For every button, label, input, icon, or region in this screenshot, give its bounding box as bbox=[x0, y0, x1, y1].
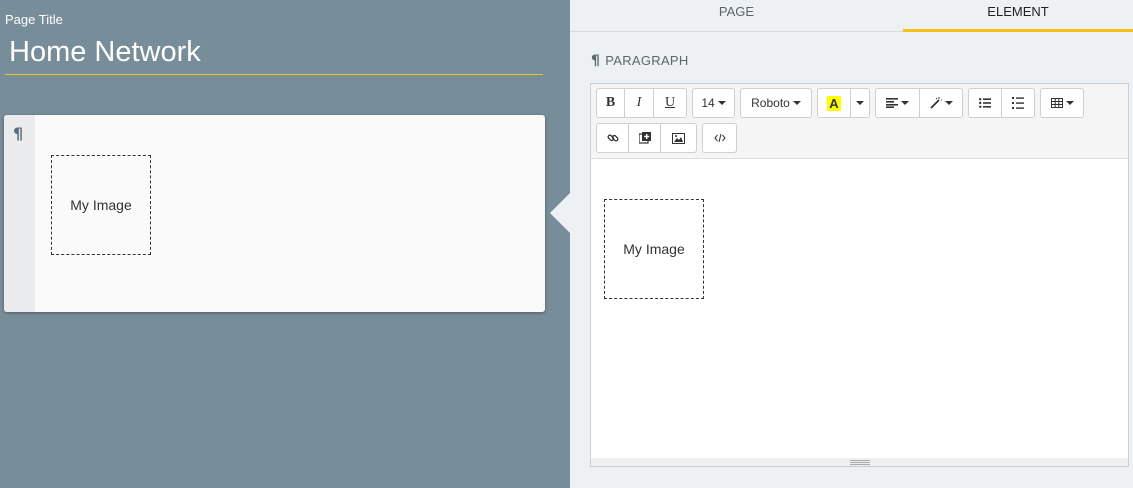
underline-button[interactable]: U bbox=[653, 88, 687, 118]
bullet-list-icon bbox=[979, 98, 991, 108]
code-view-button[interactable] bbox=[702, 123, 737, 153]
add-media-icon bbox=[638, 132, 651, 144]
table-dropdown[interactable] bbox=[1040, 88, 1084, 118]
paragraph-element-card[interactable]: ¶ My Image bbox=[4, 115, 545, 312]
numbered-list-button[interactable] bbox=[1001, 88, 1035, 118]
magic-wand-icon bbox=[929, 97, 942, 109]
editor-content-area[interactable]: My Image bbox=[591, 160, 1128, 458]
insert-image-button[interactable] bbox=[660, 123, 697, 153]
page-title-input[interactable]: Home Network bbox=[5, 30, 543, 75]
image-placeholder[interactable]: My Image bbox=[51, 155, 151, 255]
font-family-dropdown[interactable]: Roboto bbox=[740, 88, 812, 118]
chevron-down-icon bbox=[901, 101, 909, 105]
insert-media-button[interactable] bbox=[628, 123, 661, 153]
link-icon bbox=[607, 134, 618, 142]
tab-page[interactable]: PAGE bbox=[570, 0, 903, 32]
chevron-down-icon bbox=[944, 101, 953, 105]
paragraph-icon: ¶ bbox=[13, 124, 24, 143]
editor-toolbar: B I U 14 Roboto A bbox=[591, 84, 1128, 159]
align-dropdown[interactable] bbox=[875, 88, 920, 118]
font-family-value: Roboto bbox=[751, 96, 790, 110]
page-preview-pane: Page Title Home Network ¶ My Image bbox=[0, 0, 570, 488]
code-icon bbox=[713, 133, 726, 143]
image-placeholder[interactable]: My Image bbox=[604, 199, 704, 299]
tab-bar: PAGE ELEMENT bbox=[570, 0, 1133, 32]
chevron-down-icon bbox=[856, 101, 864, 105]
highlight-a-icon: A bbox=[827, 95, 841, 111]
numbered-list-icon bbox=[1012, 97, 1024, 109]
section-heading: ¶ PARAGRAPH bbox=[591, 53, 689, 69]
align-left-icon bbox=[886, 98, 898, 108]
font-size-value: 14 bbox=[701, 96, 715, 110]
chevron-down-icon bbox=[792, 101, 801, 105]
chevron-down-icon bbox=[717, 101, 726, 105]
tab-element[interactable]: ELEMENT bbox=[903, 0, 1133, 32]
chevron-down-icon bbox=[1065, 101, 1074, 105]
paragraph-icon: ¶ bbox=[591, 53, 601, 69]
bold-button[interactable]: B bbox=[596, 88, 625, 118]
magic-format-dropdown[interactable] bbox=[919, 88, 963, 118]
selection-pointer bbox=[550, 193, 570, 233]
font-size-dropdown[interactable]: 14 bbox=[692, 88, 735, 118]
page-title-label: Page Title bbox=[5, 12, 63, 27]
highlight-color-button[interactable]: A bbox=[817, 88, 851, 118]
rich-text-editor: B I U 14 Roboto A My Image bbox=[590, 83, 1129, 467]
image-icon bbox=[672, 132, 685, 144]
resize-grip-icon bbox=[849, 459, 870, 465]
color-dropdown-toggle[interactable] bbox=[850, 88, 870, 118]
properties-pane: PAGE ELEMENT ¶ PARAGRAPH B I U 14 Roboto … bbox=[570, 0, 1133, 488]
italic-button[interactable]: I bbox=[624, 88, 654, 118]
bullet-list-button[interactable] bbox=[968, 88, 1002, 118]
section-heading-text: PARAGRAPH bbox=[605, 53, 689, 68]
table-icon bbox=[1050, 98, 1063, 108]
insert-link-button[interactable] bbox=[596, 123, 629, 153]
editor-resize-handle[interactable] bbox=[591, 458, 1128, 466]
element-handle[interactable]: ¶ bbox=[4, 115, 35, 312]
